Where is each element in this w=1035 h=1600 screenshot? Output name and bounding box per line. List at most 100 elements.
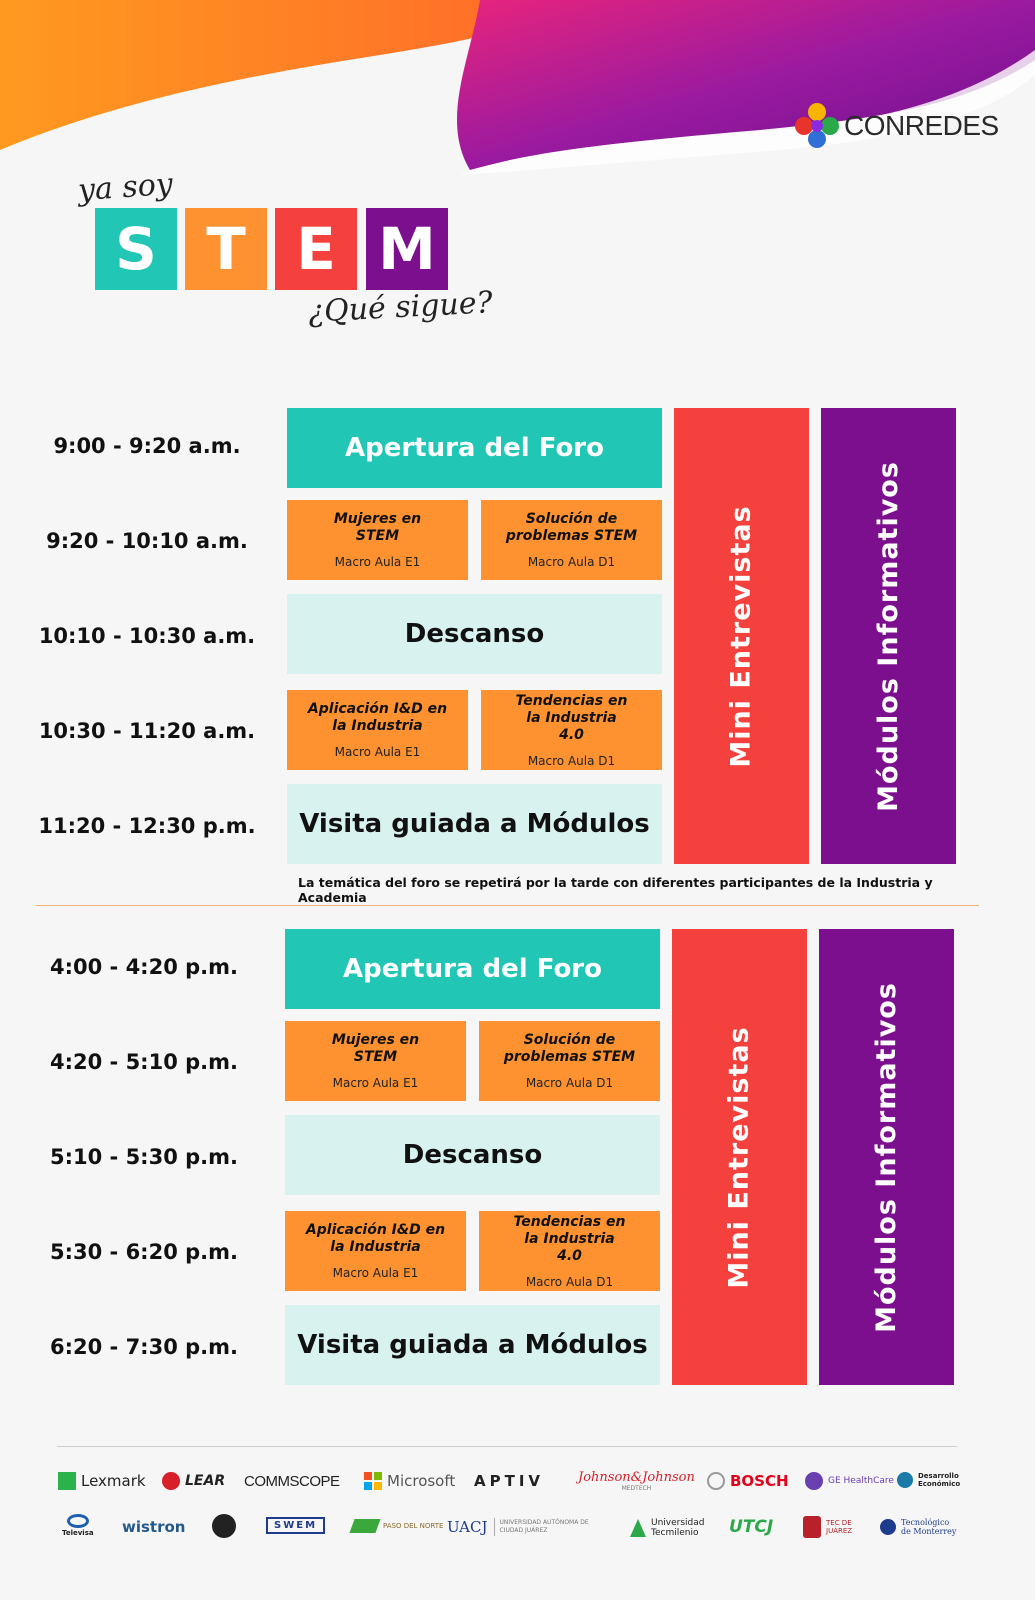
- session-room: Macro Aula E1: [334, 745, 421, 759]
- time-slot: 9:20 - 10:10 a.m.: [46, 529, 248, 553]
- session-title: Mujeres en STEM: [331, 1032, 420, 1065]
- sponsor-tecmilenio: Universidad Tecmilenio: [630, 1518, 709, 1538]
- mini-entrevistas-label: Mini Entrevistas: [726, 504, 758, 768]
- paso-del-norte-icon: [349, 1519, 381, 1533]
- time-slot: 5:30 - 6:20 p.m.: [50, 1240, 238, 1264]
- session-room: Macro Aula D1: [525, 1274, 614, 1289]
- time-slot: 10:30 - 11:20 a.m.: [38, 719, 256, 743]
- tour-block: Visita guiada a Módulos: [285, 1305, 660, 1385]
- session-mujeres-stem: Mujeres en STEM Macro Aula E1: [287, 500, 468, 580]
- sponsor-label: COMMSCOPE: [244, 1473, 340, 1490]
- session-solucion-problemas: Solución de problemas STEM Macro Aula D1: [479, 1021, 660, 1101]
- sponsor-ge-healthcare: GE HealthCare: [805, 1472, 894, 1490]
- conredes-logo-icon: [795, 103, 839, 148]
- tecmilenio-icon: [630, 1519, 646, 1537]
- modulos-informativos-bar: Módulos Informativos: [821, 408, 956, 864]
- sponsor-label: Tecnológico de Monterrey: [901, 1518, 957, 1536]
- time-slot: 5:10 - 5:30 p.m.: [50, 1145, 238, 1169]
- sponsor-paso-del-norte: PASO DEL NORTE: [349, 1519, 444, 1533]
- sponsor-label: wistron: [122, 1518, 186, 1536]
- sponsor-sublabel: MEDTECH: [621, 1485, 652, 1492]
- mini-entrevistas-bar: Mini Entrevistas: [674, 408, 809, 864]
- session-tendencias: Tendencias en la Industria 4.0 Macro Aul…: [481, 690, 662, 770]
- sponsor-televisa: Televisa: [62, 1514, 94, 1537]
- bosch-icon: [707, 1472, 725, 1490]
- session-room: Macro Aula E1: [334, 555, 421, 569]
- opening-block: Apertura del Foro: [287, 408, 662, 488]
- break-block: Descanso: [285, 1115, 660, 1195]
- session-tendencias: Tendencias en la Industria 4.0 Macro Aul…: [479, 1211, 660, 1291]
- brand-name: CONREDES: [844, 110, 999, 141]
- logo-letter-t: T: [185, 208, 267, 290]
- modulos-informativos-bar: Módulos Informativos: [819, 929, 954, 1385]
- sponsor-emblem: [212, 1514, 236, 1538]
- sponsor-label: BOSCH: [730, 1472, 789, 1490]
- sponsor-label: Universidad Tecmilenio: [651, 1518, 705, 1538]
- sponsor-sublabel: UNIVERSIDAD AUTÓNOMA DE CIUDAD JUÁREZ: [499, 1519, 589, 1534]
- sponsor-label: GE HealthCare: [828, 1476, 894, 1486]
- logo-top-text: ya soy: [76, 166, 174, 209]
- session-aplicacion-id: Aplicación I&D en la Industria Macro Aul…: [285, 1211, 466, 1291]
- tec-monterrey-icon: [880, 1519, 896, 1535]
- sponsor-lear: LEAR: [162, 1472, 225, 1490]
- time-slot: 4:00 - 4:20 p.m.: [50, 955, 238, 979]
- session-title: Aplicación I&D en la Industria: [307, 701, 448, 734]
- sponsor-label: UACJ: [447, 1518, 495, 1536]
- desarrollo-icon: [897, 1472, 913, 1488]
- logo-letter-e: E: [275, 208, 357, 290]
- session-title: Solución de problemas STEM: [505, 511, 638, 544]
- tour-block: Visita guiada a Módulos: [287, 784, 662, 864]
- sponsor-label: Lexmark: [81, 1472, 146, 1490]
- time-slot: 9:00 - 9:20 a.m.: [53, 434, 241, 458]
- sponsor-label: Microsoft: [387, 1472, 456, 1490]
- microsoft-icon: [364, 1472, 382, 1490]
- lear-icon: [162, 1472, 180, 1490]
- sponsor-label: APTIV: [474, 1472, 545, 1490]
- sponsor-label: Desarrollo Económico: [918, 1472, 961, 1488]
- sponsor-wistron: wistron: [122, 1518, 185, 1536]
- session-room: Macro Aula E1: [332, 1076, 419, 1090]
- conredes-brand: CONREDES: [792, 100, 1002, 152]
- session-room: Macro Aula D1: [527, 555, 616, 569]
- sponsor-desarrollo: Desarrollo Económico: [897, 1472, 962, 1488]
- session-title: Mujeres en STEM: [333, 511, 422, 544]
- sponsor-label: UTCJ: [729, 1517, 774, 1537]
- sponsor-utcj: UTCJ: [729, 1517, 773, 1537]
- section-divider: [36, 905, 979, 906]
- session-title: Aplicación I&D en la Industria: [305, 1222, 446, 1255]
- sponsor-tec-monterrey: Tecnológico de Monterrey: [880, 1518, 957, 1536]
- emblem-icon: [212, 1514, 236, 1538]
- session-room: Macro Aula E1: [332, 1266, 419, 1280]
- session-title: Tendencias en la Industria 4.0: [513, 1213, 626, 1264]
- tec-juarez-icon: [803, 1516, 821, 1538]
- televisa-icon: [66, 1514, 89, 1528]
- sponsor-aptiv: APTIV: [474, 1472, 544, 1490]
- ge-icon: [805, 1472, 823, 1490]
- sponsor-commscope: COMMSCOPE: [244, 1473, 340, 1490]
- sponsor-label: Televisa: [62, 1529, 94, 1537]
- modulos-informativos-label: Módulos Informativos: [871, 981, 903, 1333]
- session-mujeres-stem: Mujeres en STEM Macro Aula E1: [285, 1021, 466, 1101]
- sponsor-bosch: BOSCH: [707, 1472, 789, 1490]
- sponsor-microsoft: Microsoft: [364, 1472, 455, 1490]
- modulos-informativos-label: Módulos Informativos: [873, 460, 905, 812]
- session-title: Tendencias en la Industria 4.0: [515, 692, 628, 743]
- sponsor-tec-juarez: TEC DE JUÁREZ: [803, 1516, 860, 1538]
- lexmark-icon: [58, 1472, 76, 1490]
- session-solucion-problemas: Solución de problemas STEM Macro Aula D1: [481, 500, 662, 580]
- session-room: Macro Aula D1: [527, 753, 616, 768]
- schedule-note: La temática del foro se repetirá por la …: [298, 875, 933, 905]
- break-block: Descanso: [287, 594, 662, 674]
- opening-block: Apertura del Foro: [285, 929, 660, 1009]
- sponsor-label: LEAR: [185, 1473, 226, 1489]
- time-slot: 4:20 - 5:10 p.m.: [50, 1050, 238, 1074]
- session-aplicacion-id: Aplicación I&D en la Industria Macro Aul…: [287, 690, 468, 770]
- sponsor-uacj: UACJ UNIVERSIDAD AUTÓNOMA DE CIUDAD JUÁR…: [447, 1518, 608, 1536]
- session-room: Macro Aula D1: [525, 1076, 614, 1090]
- sponsor-swem: SWEM: [266, 1517, 326, 1534]
- logo-letter-m: M: [366, 208, 448, 290]
- sponsor-label: SWEM: [266, 1517, 326, 1534]
- sponsor-label: PASO DEL NORTE: [383, 1522, 444, 1530]
- time-slot: 6:20 - 7:30 p.m.: [50, 1335, 238, 1359]
- mini-entrevistas-label: Mini Entrevistas: [724, 1025, 756, 1289]
